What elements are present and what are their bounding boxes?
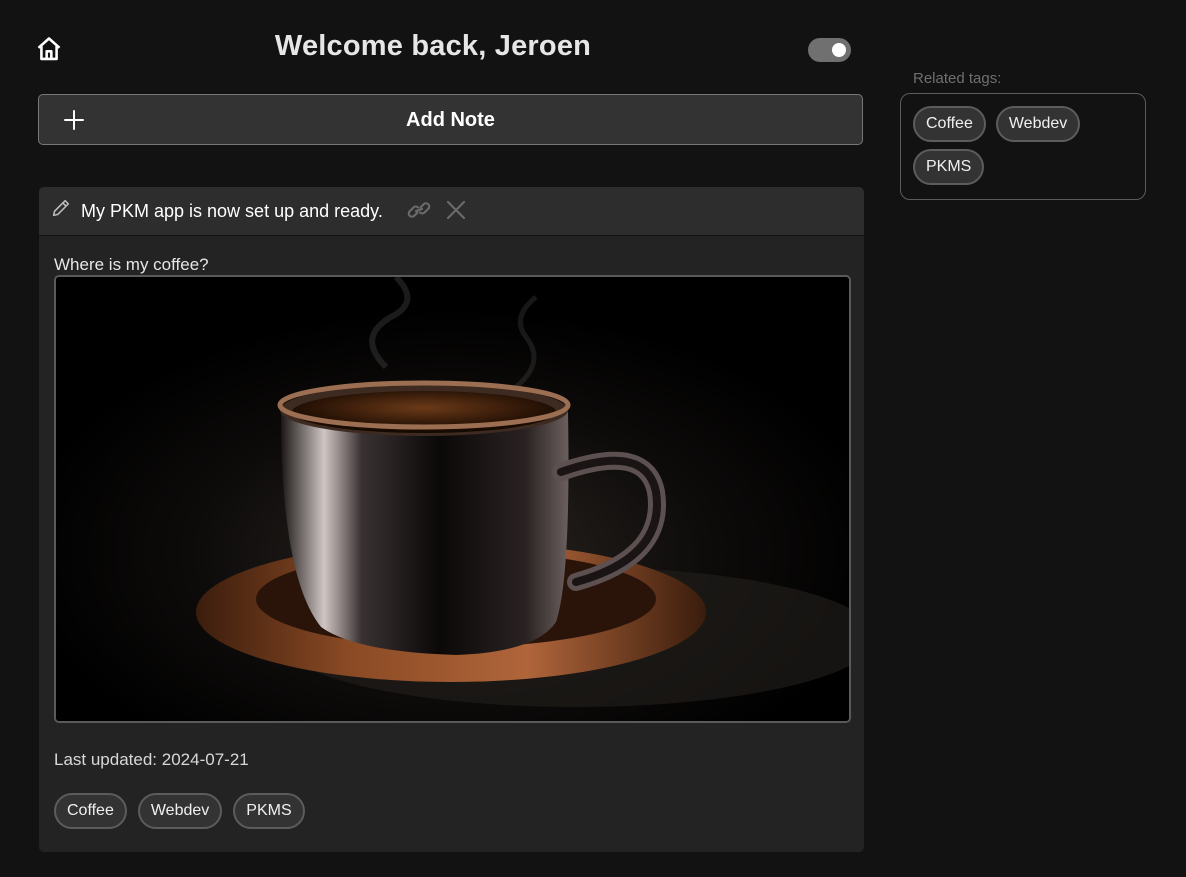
- last-updated: Last updated: 2024-07-21: [54, 750, 249, 770]
- edit-icon[interactable]: [50, 197, 72, 219]
- add-note-label: Add Note: [406, 109, 495, 131]
- related-tags-list: Coffee Webdev PKMS: [913, 106, 1133, 185]
- related-tag-webdev[interactable]: Webdev: [995, 106, 1081, 142]
- note-tags: Coffee Webdev PKMS: [54, 793, 305, 829]
- note-tag-coffee[interactable]: Coffee: [54, 793, 127, 829]
- close-icon[interactable]: [445, 199, 467, 221]
- add-note-button[interactable]: Add Note: [38, 94, 863, 145]
- related-tags-box: Coffee Webdev PKMS: [900, 93, 1146, 200]
- last-updated-date: 2024-07-21: [161, 750, 249, 769]
- app-page: Welcome back, Jeroen Add Note My PKM app…: [0, 0, 1186, 877]
- note-tag-webdev[interactable]: Webdev: [137, 793, 223, 829]
- note-tag-pkms[interactable]: PKMS: [233, 793, 305, 829]
- note-title[interactable]: My PKM app is now set up and ready.: [81, 201, 383, 222]
- theme-toggle[interactable]: [808, 38, 851, 62]
- related-tags-label: Related tags:: [913, 70, 1002, 87]
- note-header: My PKM app is now set up and ready.: [39, 187, 864, 236]
- related-tag-coffee[interactable]: Coffee: [913, 106, 986, 142]
- last-updated-label: Last updated:: [54, 750, 162, 769]
- page-title: Welcome back, Jeroen: [274, 30, 592, 62]
- note-body-text: Where is my coffee?: [54, 255, 209, 274]
- toggle-knob: [832, 43, 846, 57]
- note-card: My PKM app is now set up and ready. Wher…: [39, 187, 864, 852]
- link-icon[interactable]: [407, 200, 431, 220]
- coffee-image: [54, 275, 851, 723]
- related-tag-pkms[interactable]: PKMS: [913, 149, 985, 185]
